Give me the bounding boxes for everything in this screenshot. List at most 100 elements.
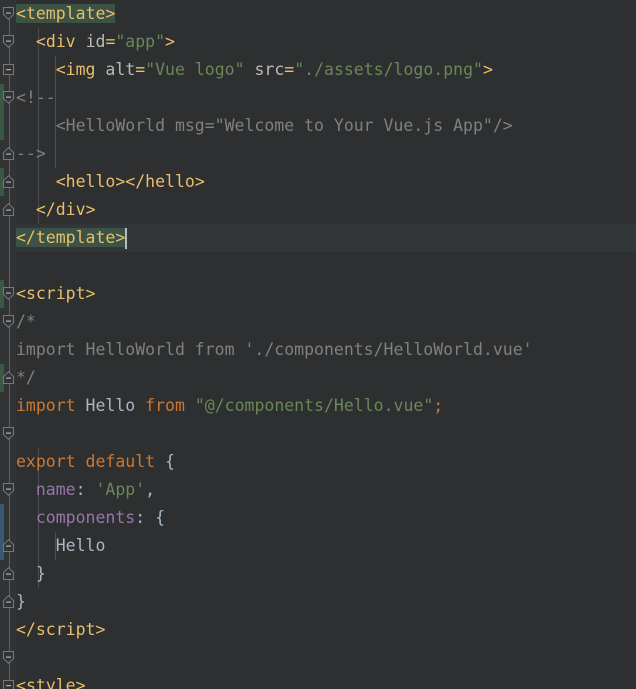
fold-marker-collapsed-end[interactable] xyxy=(2,595,15,608)
code-line-content: /* xyxy=(16,312,36,331)
code-token-tag: hello xyxy=(66,172,116,191)
code-token-ident: Hello xyxy=(76,396,146,415)
fold-marker-leaf[interactable] xyxy=(2,679,15,689)
code-token-punc xyxy=(16,508,36,527)
code-line-content: --> xyxy=(16,144,46,163)
code-token-tag: img xyxy=(66,60,96,79)
code-token-tag: script xyxy=(36,620,96,639)
code-line[interactable]: <img alt="Vue logo" src="./assets/logo.p… xyxy=(16,56,493,84)
code-token-brk: > xyxy=(86,200,96,219)
code-token-punc: { xyxy=(155,452,175,471)
fold-marker-expanded[interactable] xyxy=(2,483,15,496)
code-token-brk: > xyxy=(86,284,96,303)
code-token-brk: > xyxy=(165,32,175,51)
code-text-area[interactable]: <template> <div id="app"> <img alt="Vue … xyxy=(16,0,636,689)
code-token-str: "@/components/Hello.vue" xyxy=(195,396,433,415)
fold-marker-expanded[interactable] xyxy=(2,7,15,20)
code-token-brk: < xyxy=(16,60,66,79)
code-line-content: <!-- xyxy=(16,88,56,107)
fold-marker-leaf[interactable] xyxy=(2,63,15,76)
code-token-brk: > xyxy=(195,172,205,191)
fold-marker-expanded[interactable] xyxy=(2,35,15,48)
code-line-content: Hello xyxy=(16,536,105,555)
code-line[interactable]: name: 'App', xyxy=(16,476,155,504)
code-line[interactable]: <style> xyxy=(16,672,86,689)
code-token-brk: < xyxy=(16,284,26,303)
code-token-ident: Hello xyxy=(16,536,105,555)
code-token-punc xyxy=(76,32,86,51)
code-line[interactable]: </script> xyxy=(16,616,105,644)
code-token-tag: template xyxy=(36,228,115,247)
fold-marker-expanded[interactable] xyxy=(2,651,15,664)
fold-marker-expanded[interactable] xyxy=(2,91,15,104)
code-token-punc: , xyxy=(145,480,155,499)
code-line[interactable]: </div> xyxy=(16,196,96,224)
code-line-content: } xyxy=(16,564,46,583)
code-token-brk: > xyxy=(105,4,115,23)
fold-marker-expanded[interactable] xyxy=(2,315,15,328)
code-line-content: </script> xyxy=(16,620,105,639)
code-line-content: name: 'App', xyxy=(16,480,155,499)
code-line[interactable]: } xyxy=(16,588,26,616)
code-line[interactable]: <script> xyxy=(16,280,95,308)
fold-marker-collapsed-end[interactable] xyxy=(2,203,15,216)
code-line-content: <hello></hello> xyxy=(16,172,205,191)
code-line[interactable]: components: { xyxy=(16,504,165,532)
code-token-punc xyxy=(185,396,195,415)
code-token-kw: export default xyxy=(16,452,155,471)
code-token-brk: </ xyxy=(16,620,36,639)
code-line[interactable]: </template> xyxy=(16,224,125,252)
code-line[interactable]: import HelloWorld from './components/Hel… xyxy=(16,336,533,364)
code-line[interactable]: } xyxy=(16,560,46,588)
code-token-cmt: <!-- xyxy=(16,88,56,107)
code-token-cmt: import HelloWorld from './components/Hel… xyxy=(16,340,533,359)
code-line-content: components: { xyxy=(16,508,165,527)
code-token-punc xyxy=(245,60,255,79)
text-caret xyxy=(125,228,127,249)
fold-marker-collapsed-end[interactable] xyxy=(2,371,15,384)
code-token-attr: alt xyxy=(105,60,135,79)
fold-marker-expanded[interactable] xyxy=(2,427,15,440)
code-line-content: import HelloWorld from './components/Hel… xyxy=(16,340,533,359)
fold-marker-expanded[interactable] xyxy=(2,287,15,300)
code-token-str: "Vue logo" xyxy=(145,60,244,79)
code-line-content: <script> xyxy=(16,284,95,303)
fold-marker-collapsed-end[interactable] xyxy=(2,175,15,188)
code-line[interactable]: <!-- xyxy=(16,84,56,112)
code-line[interactable]: <div id="app"> xyxy=(16,28,175,56)
code-token-brk: = xyxy=(284,60,294,79)
fold-rail-line xyxy=(9,6,10,689)
code-line-content: <div id="app"> xyxy=(16,32,175,51)
code-token-brk: > xyxy=(76,676,86,689)
code-line[interactable]: <template> xyxy=(16,0,115,28)
fold-marker-collapsed-end[interactable] xyxy=(2,147,15,160)
code-token-brk: = xyxy=(105,32,115,51)
code-token-brk: > xyxy=(115,228,125,247)
code-token-kw: import xyxy=(16,396,76,415)
code-line[interactable]: --> xyxy=(16,140,46,168)
code-line[interactable]: import Hello from "@/components/Hello.vu… xyxy=(16,392,443,420)
code-token-attr: src xyxy=(254,60,284,79)
editor-gutter[interactable] xyxy=(0,0,16,689)
code-editor[interactable]: <template> <div id="app"> <img alt="Vue … xyxy=(0,0,636,689)
code-token-punc: } xyxy=(16,564,46,583)
fold-marker-collapsed-end[interactable] xyxy=(2,567,15,580)
code-line-content: <style> xyxy=(16,676,86,689)
code-line[interactable]: */ xyxy=(16,364,36,392)
code-line-content: } xyxy=(16,592,26,611)
code-line[interactable]: <hello></hello> xyxy=(16,168,205,196)
code-line-content: import Hello from "@/components/Hello.vu… xyxy=(16,396,443,415)
code-line[interactable]: <HelloWorld msg="Welcome to Your Vue.js … xyxy=(16,112,513,140)
code-line[interactable]: /* xyxy=(16,308,36,336)
code-token-tag: hello xyxy=(145,172,195,191)
code-token-brk: < xyxy=(16,32,46,51)
code-token-brk: < xyxy=(16,4,26,23)
code-token-str: "app" xyxy=(115,32,165,51)
code-token-brk: < xyxy=(16,676,26,689)
code-line[interactable]: Hello xyxy=(16,532,105,560)
code-token-brk: < xyxy=(16,172,66,191)
code-line[interactable]: export default { xyxy=(16,448,175,476)
code-token-tag: div xyxy=(56,200,86,219)
matched-tag-highlight: </template> xyxy=(16,228,125,247)
fold-marker-collapsed-end[interactable] xyxy=(2,539,15,552)
